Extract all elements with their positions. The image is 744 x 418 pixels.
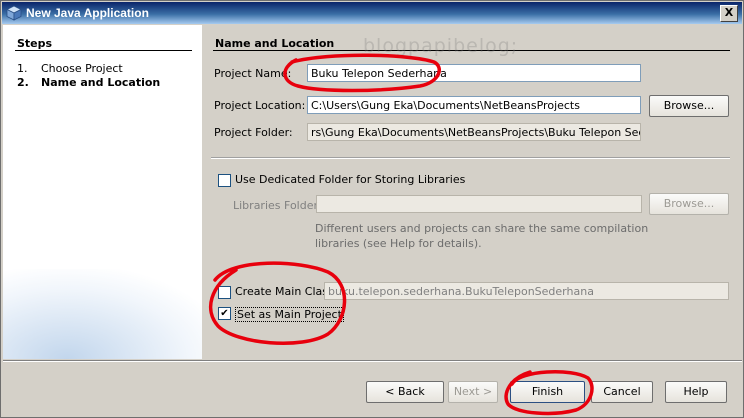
create-main-class-label: Create Main Class xyxy=(235,285,334,298)
step-label: Name and Location xyxy=(41,76,161,89)
main-class-input[interactable]: buku.telepon.sederhana.BukuTeleponSederh… xyxy=(324,282,729,300)
libraries-folder-input[interactable] xyxy=(316,195,642,213)
dedicated-folder-checkbox[interactable] xyxy=(218,174,231,187)
cancel-button[interactable]: Cancel xyxy=(591,381,653,403)
dedicated-folder-label: Use Dedicated Folder for Storing Librari… xyxy=(235,173,466,186)
step-number: 1. xyxy=(17,62,28,75)
libraries-folder-label: Libraries Folder: xyxy=(233,199,322,212)
back-button[interactable]: < Back xyxy=(366,381,444,403)
set-main-project-checkbox[interactable]: ✔ xyxy=(218,307,231,320)
set-main-project-label: Set as Main Project xyxy=(235,307,344,322)
step-number: 2. xyxy=(17,76,29,89)
finish-button[interactable]: Finish xyxy=(510,381,585,403)
project-name-input[interactable]: Buku Telepon Sederhana xyxy=(307,64,641,82)
footer-divider xyxy=(3,360,742,362)
project-name-label: Project Name: xyxy=(214,67,292,80)
create-main-class-checkbox[interactable] xyxy=(218,286,231,299)
next-button[interactable]: Next > xyxy=(448,381,498,403)
project-folder-field: rs\Gung Eka\Documents\NetBeansProjects\B… xyxy=(307,123,641,141)
new-java-application-dialog: New Java Application X Steps 1. Choose Pr… xyxy=(0,0,744,418)
java-cube-icon xyxy=(6,5,22,21)
browse-libraries-button[interactable]: Browse... xyxy=(649,193,729,215)
help-button[interactable]: Help xyxy=(665,381,727,403)
close-icon: X xyxy=(724,6,734,19)
browse-location-button[interactable]: Browse... xyxy=(649,95,729,117)
watermark-text: blogpapibelog; xyxy=(363,35,519,57)
title-bar: New Java Application X xyxy=(2,2,742,24)
wizard-content: Name and Location blogpapibelog; Project… xyxy=(203,25,742,359)
form-divider xyxy=(211,157,730,159)
project-folder-label: Project Folder: xyxy=(214,126,293,139)
step-choose-project: 1. Choose Project xyxy=(17,62,123,75)
project-location-label: Project Location: xyxy=(214,99,306,112)
libraries-help-text: Different users and projects can share t… xyxy=(315,222,649,250)
section-title: Name and Location xyxy=(215,37,335,50)
steps-panel: Steps 1. Choose Project 2. Name and Locati… xyxy=(3,25,202,359)
step-name-and-location: 2. Name and Location xyxy=(17,76,160,89)
step-label: Choose Project xyxy=(41,62,123,75)
steps-title: Steps xyxy=(17,37,53,50)
checkmark-icon: ✔ xyxy=(220,308,229,319)
window-title: New Java Application xyxy=(26,6,149,20)
project-location-input[interactable]: C:\Users\Gung Eka\Documents\NetBeansProj… xyxy=(307,96,641,114)
steps-divider xyxy=(15,50,192,51)
close-button[interactable]: X xyxy=(720,5,738,22)
